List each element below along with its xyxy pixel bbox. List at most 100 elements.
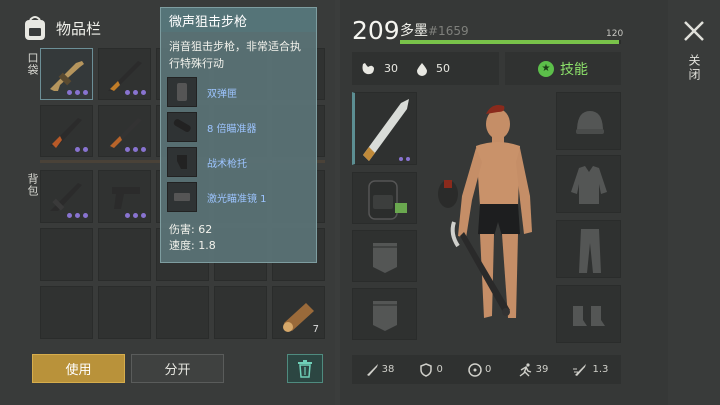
xp-max: 120 <box>606 29 624 39</box>
defense-icon <box>420 362 433 377</box>
tooltip-mod: 激光瞄准镜 1 <box>167 180 310 214</box>
machete-icon <box>363 99 410 161</box>
close-label[interactable]: 关闭 <box>686 54 703 82</box>
pocket-icon <box>373 301 397 331</box>
delete-button[interactable] <box>287 354 323 383</box>
star-icon: ★ <box>538 60 554 77</box>
xp-bar <box>400 40 621 44</box>
attack-speed-icon <box>573 363 587 376</box>
water-value: 50 <box>436 62 450 75</box>
rarity-dots <box>125 90 146 95</box>
assault-rifle-icon <box>50 118 82 148</box>
skills-button[interactable]: ★ 技能 <box>505 52 621 85</box>
head-slot[interactable] <box>556 92 621 150</box>
shotgun-icon <box>108 118 142 148</box>
tooltip-mod-name: 激光瞄准镜 1 <box>207 193 267 205</box>
backpack-slot-11[interactable] <box>40 286 93 339</box>
rifle-icon <box>108 61 142 91</box>
use-button[interactable]: 使用 <box>32 354 125 383</box>
stomach-icon <box>362 62 374 74</box>
item-quantity: 7 <box>312 324 319 335</box>
laser-sight-icon <box>167 182 197 212</box>
backpack-slot-7[interactable] <box>98 228 151 281</box>
backpack-equip-icon <box>368 180 407 220</box>
magazine-icon <box>167 77 197 107</box>
split-button[interactable]: 分开 <box>131 354 224 383</box>
stat-value: 1.3 <box>592 364 609 375</box>
weapon-slot[interactable] <box>352 92 417 165</box>
player-level: 209 <box>352 16 400 45</box>
radiation-icon <box>468 362 482 377</box>
backpack-slot-1[interactable] <box>40 170 93 223</box>
attack-icon <box>366 363 378 376</box>
stat-radiation: 0 <box>468 362 491 377</box>
rarity-dots <box>67 213 88 218</box>
pocket-equip-slot[interactable] <box>352 288 417 340</box>
stat-speed: 39 <box>517 362 549 377</box>
pocket-slot-1[interactable] <box>40 48 93 100</box>
backpack-slot[interactable] <box>352 172 417 224</box>
rarity-dots <box>125 147 146 152</box>
skills-label: 技能 <box>560 61 588 78</box>
pocket-slot-7[interactable] <box>98 105 151 157</box>
boots-icon <box>573 306 605 326</box>
close-icon[interactable] <box>681 18 707 44</box>
pocket-icon <box>373 243 397 273</box>
stock-icon <box>167 147 197 177</box>
tooltip-description: 消音狙击步枪，非常适合执行特殊行动 <box>169 40 301 70</box>
rarity-dots <box>67 90 88 95</box>
rarity-dots <box>75 147 88 152</box>
tooltip-title: 微声狙击步枪 <box>161 8 316 32</box>
stat-value: 0 <box>436 364 443 375</box>
feet-slot[interactable] <box>556 285 621 343</box>
player-name: 多墨 <box>400 23 428 39</box>
player-id: #1659 <box>428 24 469 38</box>
stat-value: 39 <box>535 364 549 375</box>
pocket-slot-2[interactable] <box>98 48 151 100</box>
backpack-slot-15[interactable]: 7 <box>272 286 325 339</box>
tooltip-mod: 战术枪托 <box>167 145 310 179</box>
player-name-row: 多墨#1659 <box>400 20 469 40</box>
legs-slot[interactable] <box>556 220 621 278</box>
assault-rifle-icon <box>50 61 84 91</box>
backpack-icon <box>25 16 45 40</box>
backpack-slot-2[interactable] <box>98 170 151 223</box>
tooltip-mod: 双弹匣 <box>167 75 310 109</box>
stat-attack: 38 <box>365 363 395 377</box>
torso-slot[interactable] <box>556 155 621 213</box>
combat-stats-bar: 38 0 0 39 1.3 <box>352 355 621 384</box>
jacket-icon <box>571 166 607 204</box>
stat-defense: 0 <box>419 362 443 377</box>
trash-icon <box>298 359 312 378</box>
inventory-header: 物品栏 <box>22 14 101 42</box>
backpack-slot-13[interactable] <box>156 286 209 339</box>
food-value: 30 <box>384 62 398 75</box>
smg-icon <box>50 183 82 211</box>
tooltip-speed: 速度: 1.8 <box>169 239 216 252</box>
item-tooltip: 微声狙击步枪 消音狙击步枪，非常适合执行特殊行动 双弹匣 8 倍瞄准器 战术枪托… <box>160 7 317 263</box>
pocket-equip-slot[interactable] <box>352 230 417 282</box>
hat-icon <box>576 111 604 134</box>
backpack-slot-6[interactable] <box>40 228 93 281</box>
scope-icon <box>167 112 197 142</box>
xp-fill <box>400 40 619 44</box>
water-drop-icon <box>417 62 427 76</box>
stat-value: 38 <box>381 364 395 375</box>
pocket-label: 口袋 <box>26 52 39 76</box>
pocket-slot-6[interactable] <box>40 105 93 157</box>
pants-icon <box>579 229 601 273</box>
tooltip-mod-name: 8 倍瞄准器 <box>207 123 257 135</box>
rarity-dots <box>125 213 146 218</box>
survival-stats: 30 50 <box>352 52 499 85</box>
tooltip-mod-name: 战术枪托 <box>207 158 247 170</box>
pistol-icon <box>112 187 140 209</box>
tooltip-damage: 伤害: 62 <box>169 223 213 236</box>
character-model <box>438 105 532 318</box>
backpack-slot-14[interactable] <box>214 286 267 339</box>
backpack-label: 背包 <box>26 173 39 197</box>
backpack-slot-12[interactable] <box>98 286 151 339</box>
tooltip-mod-name: 双弹匣 <box>207 88 237 100</box>
tooltip-mod: 8 倍瞄准器 <box>167 110 310 144</box>
stat-attack-speed: 1.3 <box>573 363 608 377</box>
speed-icon <box>519 362 531 377</box>
